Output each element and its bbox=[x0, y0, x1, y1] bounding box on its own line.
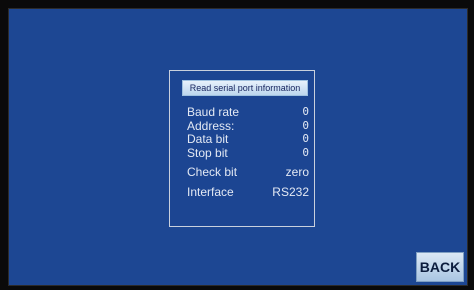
info-title: Read serial port information bbox=[182, 80, 308, 96]
check-bit-row: Check bit zero bbox=[187, 165, 309, 179]
interface-row: Interface RS232 bbox=[187, 185, 309, 199]
data-bit-value: 0 bbox=[302, 132, 309, 145]
check-bit-label: Check bit bbox=[187, 165, 238, 179]
data-bit-row: Data bit 0 bbox=[187, 132, 309, 146]
baud-rate-value: 0 bbox=[302, 105, 309, 118]
back-button[interactable]: BACK bbox=[416, 252, 464, 282]
check-bit-value: zero bbox=[285, 165, 309, 179]
stop-bit-row: Stop bit 0 bbox=[187, 146, 309, 160]
main-panel: Read serial port information Baud rate 0… bbox=[8, 8, 468, 286]
address-row: Address: 0 bbox=[187, 119, 309, 133]
baud-rate-row: Baud rate 0 bbox=[187, 105, 309, 119]
address-label: Address: bbox=[187, 119, 235, 133]
interface-label: Interface bbox=[187, 185, 234, 199]
screen: Read serial port information Baud rate 0… bbox=[0, 0, 474, 290]
baud-rate-label: Baud rate bbox=[187, 105, 240, 119]
interface-value: RS232 bbox=[272, 185, 309, 199]
data-bit-label: Data bit bbox=[187, 132, 229, 146]
serial-info-box: Read serial port information Baud rate 0… bbox=[169, 70, 315, 227]
stop-bit-label: Stop bit bbox=[187, 146, 228, 160]
stop-bit-value: 0 bbox=[302, 146, 309, 159]
address-value: 0 bbox=[302, 119, 309, 132]
